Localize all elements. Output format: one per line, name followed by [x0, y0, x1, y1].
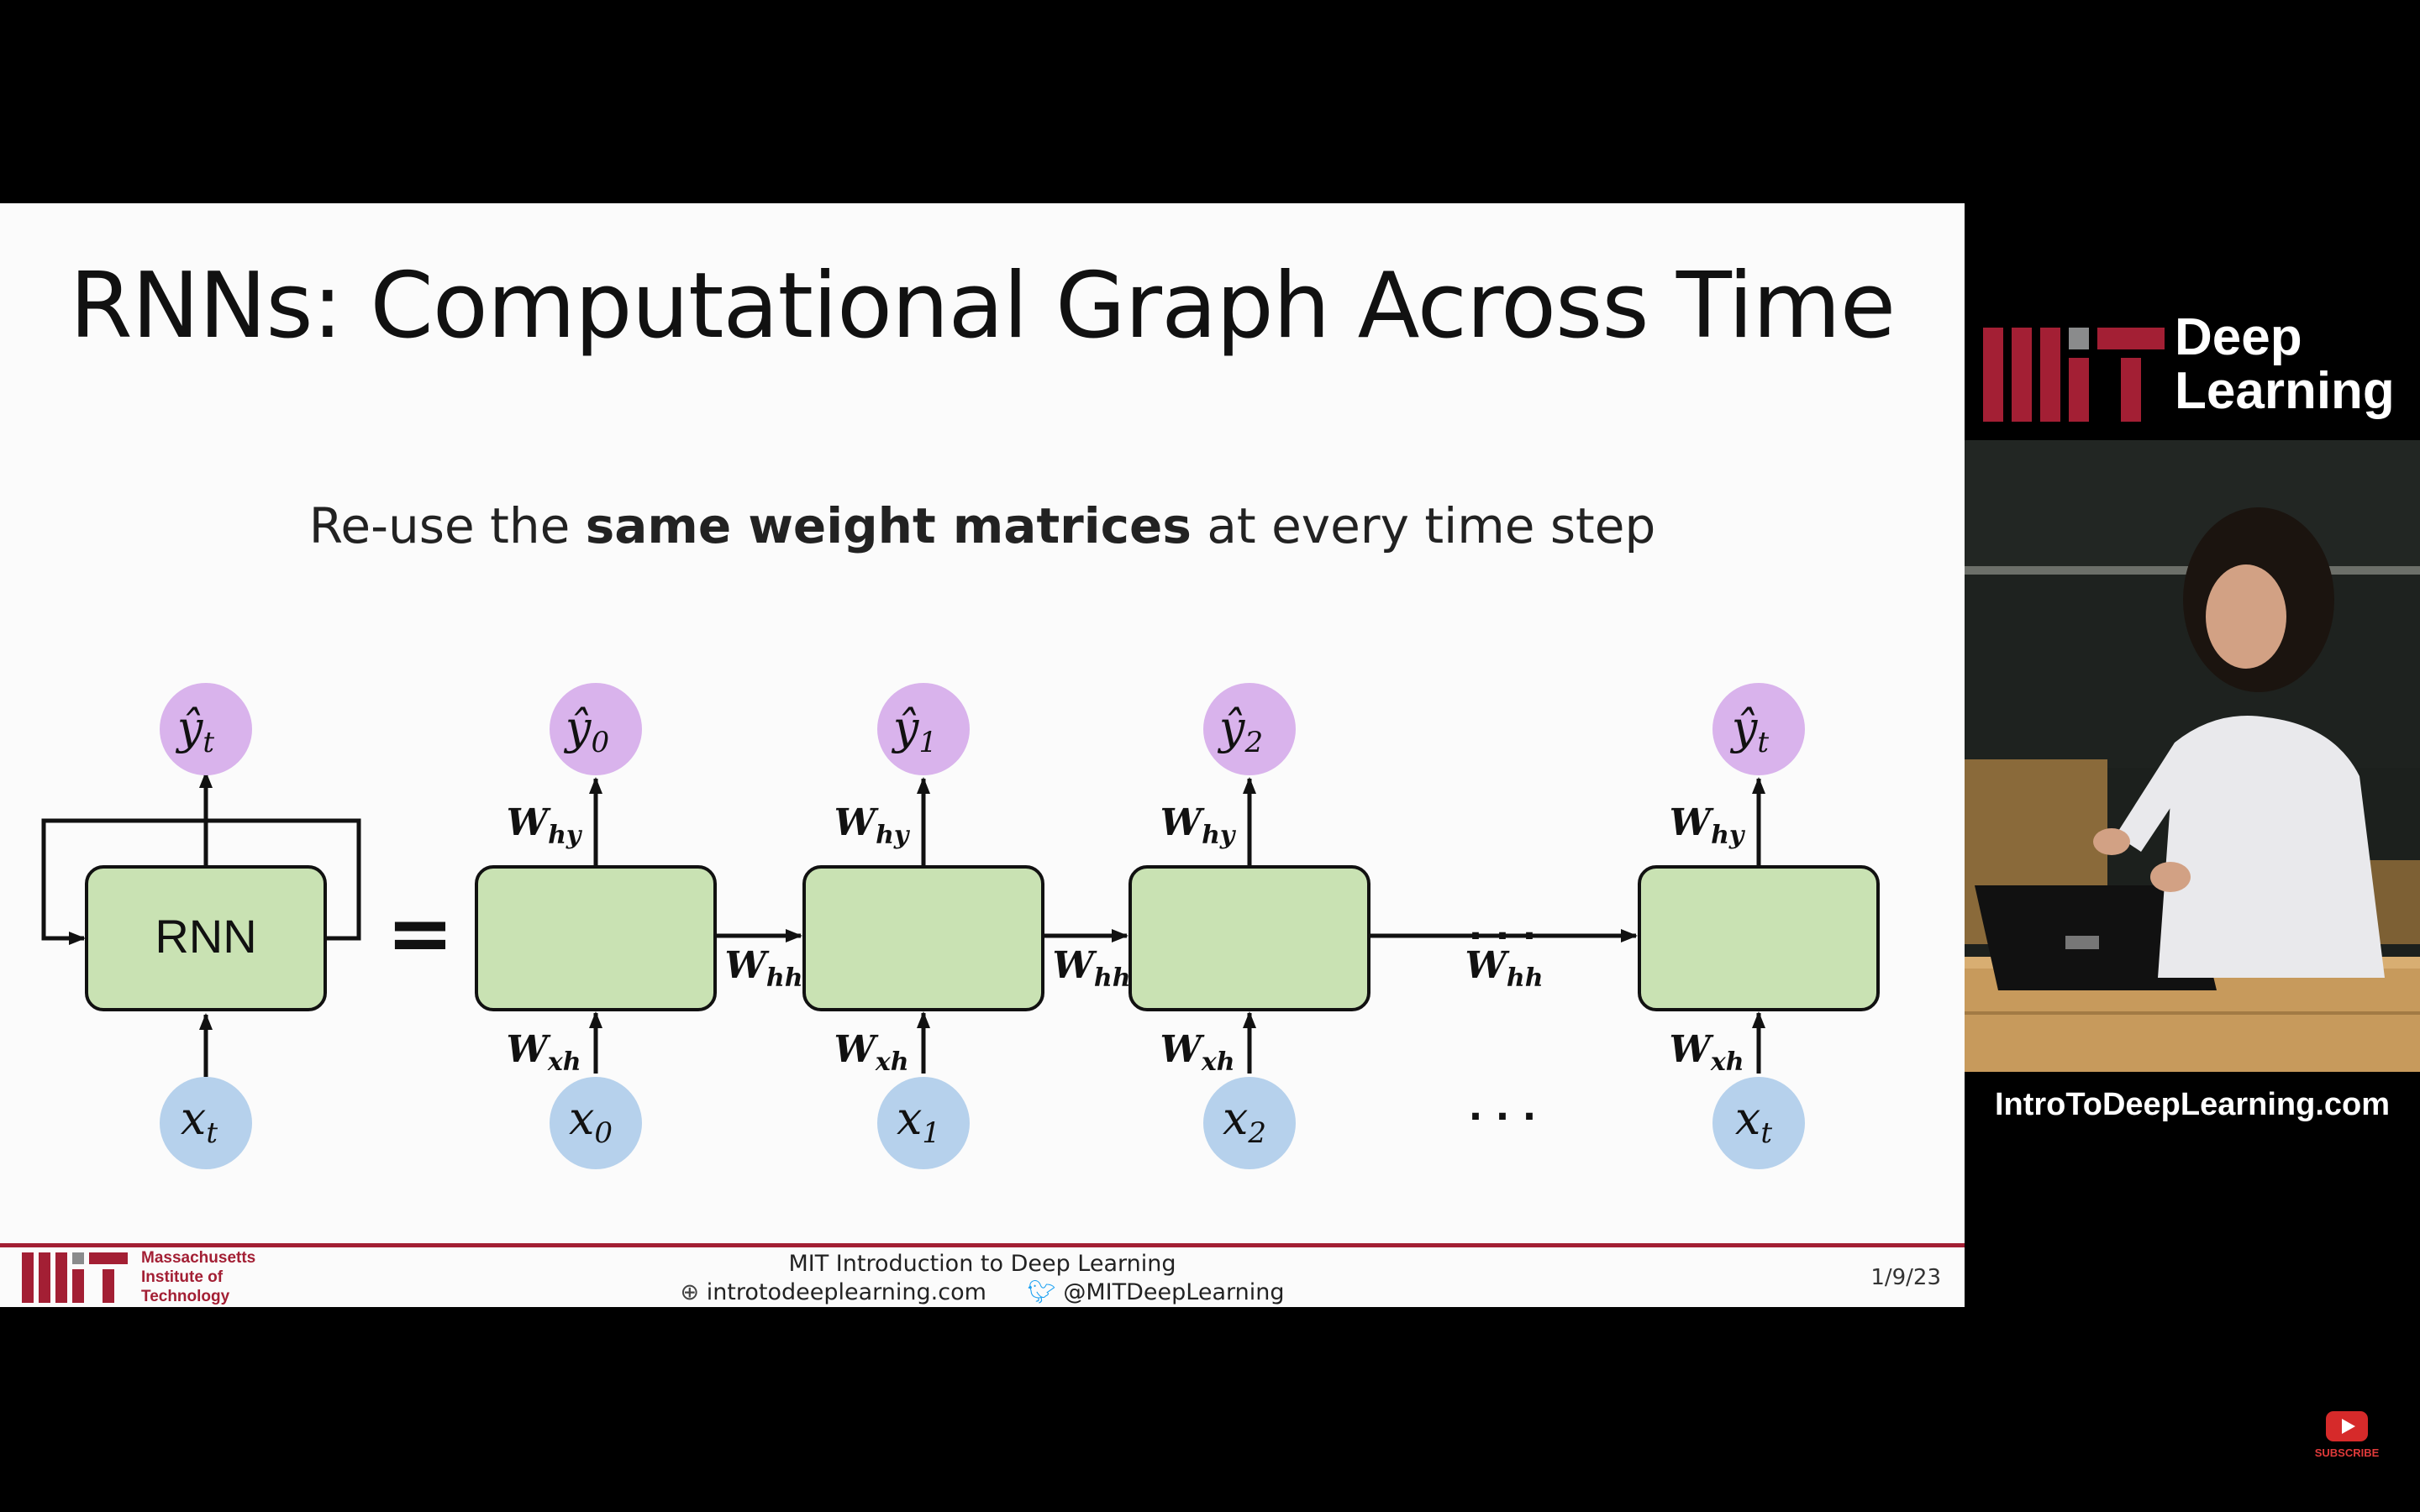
brand-title: Deep Learning: [2175, 311, 2395, 418]
globe-icon: ⊕: [680, 1279, 700, 1305]
weight-wxh-label: Wxh: [1669, 1028, 1744, 1077]
equals-sign: =: [387, 886, 454, 980]
mit-logo: [1983, 328, 2165, 422]
slide: RNNs: Computational Graph Across Time Re…: [0, 203, 1965, 1307]
weight-wxh-label: Wxh: [1160, 1028, 1234, 1077]
brand-line-2: Learning: [2175, 362, 2395, 420]
footer-date: 1/9/23: [1870, 1265, 1941, 1290]
subscribe-label: SUBSCRIBE: [2314, 1446, 2380, 1459]
weight-why-label: Why: [1670, 801, 1746, 850]
unrolled-graph: ŷ0Whyx0WxhWhhŷ1Whyx1WxhWhhŷ2Whyx2WxhWhhŷ…: [475, 683, 1880, 1169]
rnn-label: RNN: [155, 910, 256, 963]
slide-footer: MIT Introduction to Deep Learning ⊕ intr…: [0, 1250, 1965, 1307]
weight-whh-label: Whh: [724, 944, 802, 993]
rnn-cell-t1: [802, 865, 1044, 1011]
ellipsis-bottom: · · ·: [1469, 1095, 1537, 1138]
weight-whh-label: Whh: [1052, 944, 1130, 993]
weight-why-label: Why: [507, 801, 583, 850]
weight-why-label: Why: [1160, 801, 1237, 850]
weight-why-label: Why: [834, 801, 911, 850]
mit-institution-name: Massachusetts Institute of Technology: [141, 1249, 256, 1305]
youtube-play-icon: [2326, 1411, 2368, 1441]
rnn-cell-t0: [475, 865, 717, 1011]
brand-line-1: Deep: [2175, 308, 2302, 366]
rnn-cell-t2: [1128, 865, 1370, 1011]
subscribe-button[interactable]: SUBSCRIBE: [2312, 1411, 2381, 1459]
footer-links: ⊕ introtodeeplearning.com 🐦︎ @MITDeepLea…: [0, 1278, 1965, 1307]
weight-wxh-label: Wxh: [506, 1028, 581, 1077]
footer-divider: [0, 1243, 1965, 1247]
twitter-bird-icon: 🐦︎: [1027, 1279, 1056, 1305]
mit-logo-footer: [22, 1252, 128, 1303]
weight-wxh-label: Wxh: [834, 1028, 908, 1077]
rnn-diagram: RNN ŷt xt = ŷ0Whyx0WxhWhhŷ1Whyx1WxhWhhŷ2…: [41, 683, 1880, 1169]
folded-rnn: RNN ŷt xt: [41, 683, 361, 1169]
side-panel: Deep Learning IntroToDeepLearning.com: [1965, 203, 2420, 1307]
footer-course-title: MIT Introduction to Deep Learning: [788, 1251, 1176, 1277]
ellipsis-top: · · ·: [1469, 915, 1537, 958]
footer-website: introtodeeplearning.com: [706, 1279, 986, 1305]
site-url: IntroToDeepLearning.com: [1994, 1087, 2391, 1122]
footer-twitter: @MITDeepLearning: [1063, 1279, 1285, 1305]
rnn-cell-t3: [1638, 865, 1880, 1011]
speaker-video: [1965, 440, 2420, 1072]
